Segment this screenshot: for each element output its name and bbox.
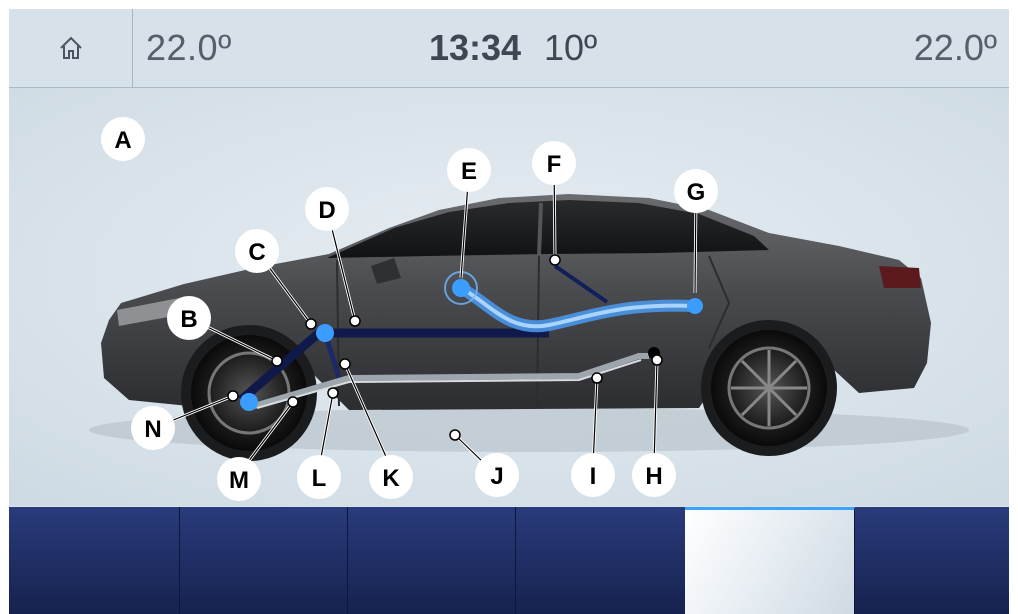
bottom-button-bar — [9, 507, 1009, 614]
tail-light — [879, 266, 921, 288]
bottom-button-4[interactable] — [515, 507, 686, 614]
b-pillar — [537, 202, 543, 257]
display-screen: 22.0º 13:34 10º 22.0º A B C D E F G H I … — [9, 9, 1009, 614]
svg-text:I: I — [590, 463, 597, 490]
vehicle-diagram: A B C D E F G H I J K L M N — [9, 88, 1009, 506]
callout-l: L — [297, 455, 341, 499]
callout-f: F — [532, 141, 576, 185]
svg-text:E: E — [461, 158, 477, 185]
callout-m: M — [217, 457, 261, 501]
callout-j: J — [475, 453, 519, 497]
callout-c: C — [235, 229, 279, 273]
callout-k: K — [369, 455, 413, 499]
outside-temperature: 10º — [544, 27, 598, 68]
bottom-button-3[interactable] — [347, 507, 516, 614]
svg-text:J: J — [490, 463, 503, 490]
svg-text:H: H — [645, 463, 662, 490]
svg-text:N: N — [144, 416, 161, 443]
callout-d: D — [305, 187, 349, 231]
svg-text:C: C — [248, 239, 265, 266]
node-e — [452, 279, 470, 297]
passenger-temperature[interactable]: 22.0º — [914, 27, 997, 69]
svg-text:A: A — [114, 127, 131, 154]
node-g — [687, 298, 703, 314]
bottom-button-1[interactable] — [9, 507, 180, 614]
svg-text:B: B — [180, 306, 197, 333]
callout-h: H — [632, 453, 676, 497]
callout-b: B — [167, 296, 211, 340]
svg-text:L: L — [312, 465, 327, 492]
callout-g: G — [674, 169, 718, 213]
svg-text:K: K — [382, 465, 400, 492]
status-bar: 22.0º 13:34 10º 22.0º — [9, 9, 1009, 88]
clock: 13:34 — [429, 27, 522, 68]
svg-text:F: F — [547, 151, 562, 178]
node-n — [240, 393, 258, 411]
svg-text:M: M — [229, 467, 249, 494]
bottom-button-6[interactable] — [855, 507, 1009, 614]
bottom-button-2[interactable] — [179, 507, 348, 614]
driver-temperature[interactable]: 22.0º — [146, 27, 232, 69]
callout-e: E — [447, 148, 491, 192]
node-c — [316, 324, 334, 342]
bottom-button-5-active[interactable] — [685, 507, 855, 614]
home-icon — [59, 36, 82, 59]
callout-n: N — [131, 406, 175, 450]
callout-i: I — [571, 453, 615, 497]
svg-text:D: D — [318, 197, 335, 224]
svg-text:G: G — [687, 179, 706, 206]
home-button[interactable] — [9, 9, 133, 87]
callout-a: A — [101, 117, 145, 161]
